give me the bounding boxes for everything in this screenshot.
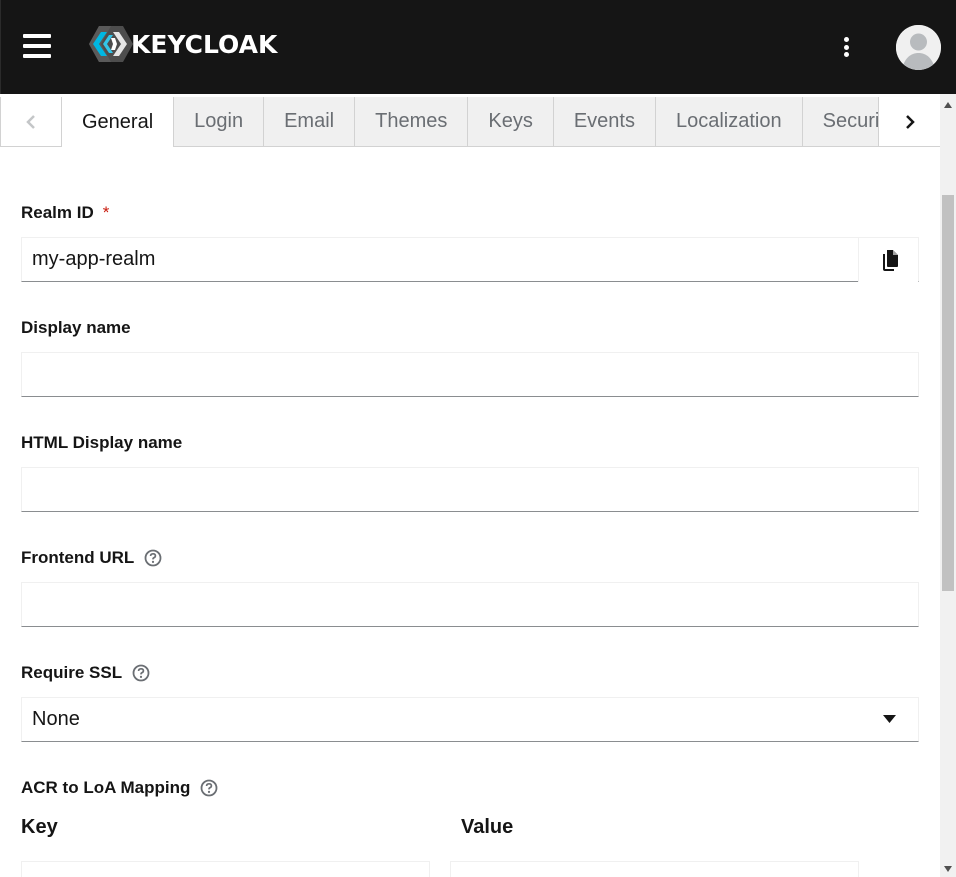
require-ssl-value: None xyxy=(32,708,80,730)
realm-id-label: Realm ID * xyxy=(21,203,109,223)
hamburger-icon[interactable] xyxy=(23,34,51,58)
require-ssl-label: Require SSL xyxy=(21,663,150,683)
tab-email[interactable]: Email xyxy=(264,97,356,147)
frontend-url-input[interactable] xyxy=(21,582,919,627)
page-scrollbar[interactable] xyxy=(940,94,956,877)
logo-text: KEYCLOAK xyxy=(131,29,278,59)
tab-list: General Login Email Themes Keys Events L… xyxy=(61,97,878,147)
caret-down-icon xyxy=(883,715,896,723)
require-ssl-help-icon[interactable] xyxy=(132,664,150,682)
tab-security-defenses[interactable]: Security defenses xyxy=(802,97,878,147)
html-display-name-input[interactable] xyxy=(21,467,919,512)
frontend-url-label-text: Frontend URL xyxy=(21,548,135,567)
acr-mapping-label: ACR to LoA Mapping xyxy=(21,778,218,798)
display-name-label: Display name xyxy=(21,318,131,337)
require-ssl-label-text: Require SSL xyxy=(21,663,123,682)
acr-mapping-help-icon[interactable] xyxy=(200,779,218,797)
tab-localization[interactable]: Localization xyxy=(655,97,803,147)
acr-value-column-header: Value xyxy=(461,816,514,838)
frontend-url-label: Frontend URL xyxy=(21,548,162,568)
realm-id-field[interactable]: my-app-realm xyxy=(21,237,919,282)
acr-key-input[interactable] xyxy=(21,861,430,877)
keycloak-logo-icon xyxy=(89,26,133,62)
scroll-up-arrow-icon[interactable] xyxy=(940,94,956,116)
tab-keys[interactable]: Keys xyxy=(468,97,554,147)
tab-scroll-right-button[interactable] xyxy=(878,97,940,147)
chevron-left-icon xyxy=(26,114,35,129)
acr-mapping-label-text: ACR to LoA Mapping xyxy=(21,778,191,797)
avatar-icon xyxy=(896,25,941,70)
realm-settings-tabs: General Login Email Themes Keys Events L… xyxy=(0,94,940,147)
avatar[interactable] xyxy=(896,25,941,70)
html-display-name-label: HTML Display name xyxy=(21,433,183,452)
tab-events[interactable]: Events xyxy=(553,97,656,147)
display-name-input[interactable] xyxy=(21,352,919,397)
acr-key-column-header: Key xyxy=(21,816,58,838)
acr-value-input[interactable] xyxy=(450,861,859,877)
scrollbar-thumb[interactable] xyxy=(942,195,954,591)
scroll-down-arrow-icon[interactable] xyxy=(940,861,956,877)
frontend-url-help-icon[interactable] xyxy=(144,549,162,567)
kebab-icon[interactable] xyxy=(838,35,854,59)
tab-scroll-left-button[interactable] xyxy=(0,97,62,147)
tab-themes[interactable]: Themes xyxy=(355,97,469,147)
required-indicator: * xyxy=(102,203,110,222)
masthead: KEYCLOAK xyxy=(0,0,956,94)
copy-button[interactable] xyxy=(858,238,918,282)
realm-id-value[interactable]: my-app-realm xyxy=(32,248,155,271)
realm-id-label-text: Realm ID xyxy=(21,203,94,222)
copy-icon xyxy=(882,249,898,271)
chevron-right-icon xyxy=(905,114,915,129)
tab-general[interactable]: General xyxy=(61,97,175,147)
keycloak-logo[interactable]: KEYCLOAK xyxy=(87,24,277,64)
require-ssl-select[interactable]: None xyxy=(21,697,919,742)
tab-login[interactable]: Login xyxy=(174,97,265,147)
